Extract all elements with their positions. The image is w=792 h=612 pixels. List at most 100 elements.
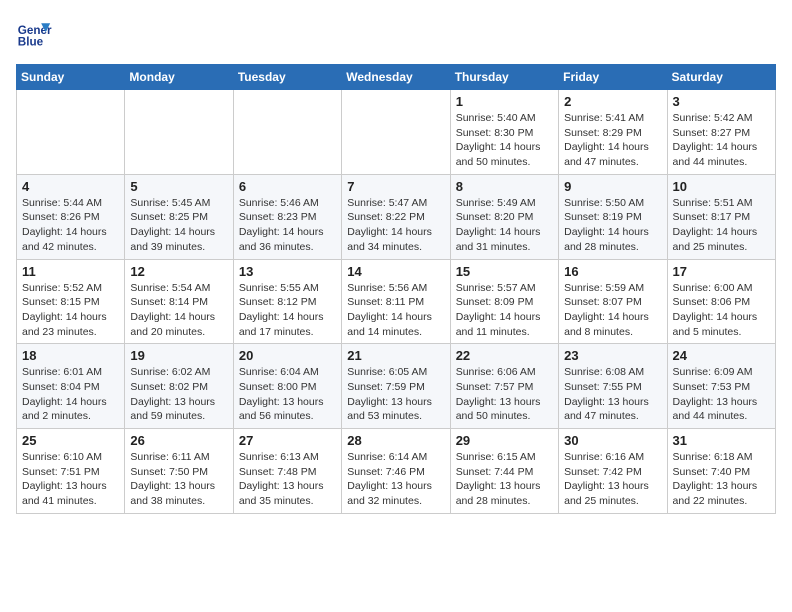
day-number: 11: [22, 264, 119, 279]
day-cell: 12 Sunrise: 5:54 AMSunset: 8:14 PMDayligh…: [125, 259, 233, 344]
week-row-4: 18 Sunrise: 6:01 AMSunset: 8:04 PMDayligh…: [17, 344, 776, 429]
day-cell: 16 Sunrise: 5:59 AMSunset: 8:07 PMDayligh…: [559, 259, 667, 344]
day-cell: 26Sunrise: 6:11 AMSunset: 7:50 PMDayligh…: [125, 429, 233, 514]
day-info: Sunrise: 5:40 AMSunset: 8:30 PMDaylight:…: [456, 111, 553, 170]
day-info: Sunrise: 6:09 AMSunset: 7:53 PMDaylight:…: [673, 365, 770, 424]
day-cell: 15 Sunrise: 5:57 AMSunset: 8:09 PMDayligh…: [450, 259, 558, 344]
day-info: Sunrise: 6:06 AMSunset: 7:57 PMDaylight:…: [456, 365, 553, 424]
day-info: Sunrise: 6:05 AMSunset: 7:59 PMDaylight:…: [347, 365, 444, 424]
day-info: Sunrise: 6:01 AMSunset: 8:04 PMDaylight:…: [22, 365, 119, 424]
day-number: 21: [347, 348, 444, 363]
day-cell: [342, 90, 450, 175]
day-cell: 25 Sunrise: 6:10 AMSunset: 7:51 PMDayligh…: [17, 429, 125, 514]
dow-thursday: Thursday: [450, 65, 558, 90]
day-info: Sunrise: 5:51 AMSunset: 8:17 PMDaylight:…: [673, 196, 770, 255]
day-number: 14: [347, 264, 444, 279]
day-info: Sunrise: 6:08 AMSunset: 7:55 PMDaylight:…: [564, 365, 661, 424]
logo: General Blue: [16, 16, 52, 52]
day-number: 27: [239, 433, 336, 448]
day-cell: 22 Sunrise: 6:06 AMSunset: 7:57 PMDayligh…: [450, 344, 558, 429]
day-number: 22: [456, 348, 553, 363]
day-cell: [233, 90, 341, 175]
day-info: Sunrise: 6:11 AMSunset: 7:50 PMDaylight:…: [130, 450, 227, 509]
day-number: 7: [347, 179, 444, 194]
day-info: Sunrise: 6:16 AMSunset: 7:42 PMDaylight:…: [564, 450, 661, 509]
day-cell: 19 Sunrise: 6:02 AMSunset: 8:02 PMDayligh…: [125, 344, 233, 429]
day-number: 4: [22, 179, 119, 194]
day-cell: 11 Sunrise: 5:52 AMSunset: 8:15 PMDayligh…: [17, 259, 125, 344]
day-number: 25: [22, 433, 119, 448]
day-info: Sunrise: 6:15 AMSunset: 7:44 PMDaylight:…: [456, 450, 553, 509]
day-cell: [125, 90, 233, 175]
calendar-table: SundayMondayTuesdayWednesdayThursdayFrid…: [16, 64, 776, 514]
day-number: 19: [130, 348, 227, 363]
day-number: 23: [564, 348, 661, 363]
day-info: Sunrise: 6:02 AMSunset: 8:02 PMDaylight:…: [130, 365, 227, 424]
day-cell: 28 Sunrise: 6:14 AMSunset: 7:46 PMDayligh…: [342, 429, 450, 514]
day-of-week-header: SundayMondayTuesdayWednesdayThursdayFrid…: [17, 65, 776, 90]
day-info: Sunrise: 6:18 AMSunset: 7:40 PMDaylight:…: [673, 450, 770, 509]
day-number: 24: [673, 348, 770, 363]
day-number: 13: [239, 264, 336, 279]
day-info: Sunrise: 5:59 AMSunset: 8:07 PMDaylight:…: [564, 281, 661, 340]
day-cell: 6Sunrise: 5:46 AMSunset: 8:23 PMDaylight…: [233, 174, 341, 259]
day-info: Sunrise: 5:46 AMSunset: 8:23 PMDaylight:…: [239, 196, 336, 255]
week-row-1: 1 Sunrise: 5:40 AMSunset: 8:30 PMDaylight…: [17, 90, 776, 175]
day-cell: 4 Sunrise: 5:44 AMSunset: 8:26 PMDaylight…: [17, 174, 125, 259]
day-number: 31: [673, 433, 770, 448]
day-cell: 29 Sunrise: 6:15 AMSunset: 7:44 PMDayligh…: [450, 429, 558, 514]
day-number: 5: [130, 179, 227, 194]
dow-sunday: Sunday: [17, 65, 125, 90]
day-info: Sunrise: 5:45 AMSunset: 8:25 PMDaylight:…: [130, 196, 227, 255]
day-info: Sunrise: 5:55 AMSunset: 8:12 PMDaylight:…: [239, 281, 336, 340]
day-info: Sunrise: 5:57 AMSunset: 8:09 PMDaylight:…: [456, 281, 553, 340]
day-cell: 17Sunrise: 6:00 AMSunset: 8:06 PMDayligh…: [667, 259, 775, 344]
day-info: Sunrise: 5:42 AMSunset: 8:27 PMDaylight:…: [673, 111, 770, 170]
day-cell: 2Sunrise: 5:41 AMSunset: 8:29 PMDaylight…: [559, 90, 667, 175]
day-cell: 24 Sunrise: 6:09 AMSunset: 7:53 PMDayligh…: [667, 344, 775, 429]
day-info: Sunrise: 5:52 AMSunset: 8:15 PMDaylight:…: [22, 281, 119, 340]
day-cell: 31 Sunrise: 6:18 AMSunset: 7:40 PMDayligh…: [667, 429, 775, 514]
day-number: 8: [456, 179, 553, 194]
day-cell: 9Sunrise: 5:50 AMSunset: 8:19 PMDaylight…: [559, 174, 667, 259]
day-cell: 27Sunrise: 6:13 AMSunset: 7:48 PMDayligh…: [233, 429, 341, 514]
day-number: 18: [22, 348, 119, 363]
day-info: Sunrise: 5:54 AMSunset: 8:14 PMDaylight:…: [130, 281, 227, 340]
day-number: 1: [456, 94, 553, 109]
dow-wednesday: Wednesday: [342, 65, 450, 90]
logo-icon: General Blue: [16, 16, 52, 52]
day-info: Sunrise: 6:10 AMSunset: 7:51 PMDaylight:…: [22, 450, 119, 509]
day-cell: 8Sunrise: 5:49 AMSunset: 8:20 PMDaylight…: [450, 174, 558, 259]
day-cell: 21 Sunrise: 6:05 AMSunset: 7:59 PMDayligh…: [342, 344, 450, 429]
dow-tuesday: Tuesday: [233, 65, 341, 90]
day-info: Sunrise: 6:14 AMSunset: 7:46 PMDaylight:…: [347, 450, 444, 509]
day-info: Sunrise: 5:56 AMSunset: 8:11 PMDaylight:…: [347, 281, 444, 340]
day-info: Sunrise: 6:04 AMSunset: 8:00 PMDaylight:…: [239, 365, 336, 424]
day-cell: [17, 90, 125, 175]
day-number: 10: [673, 179, 770, 194]
dow-friday: Friday: [559, 65, 667, 90]
day-info: Sunrise: 5:47 AMSunset: 8:22 PMDaylight:…: [347, 196, 444, 255]
day-number: 20: [239, 348, 336, 363]
day-info: Sunrise: 5:44 AMSunset: 8:26 PMDaylight:…: [22, 196, 119, 255]
week-row-2: 4 Sunrise: 5:44 AMSunset: 8:26 PMDaylight…: [17, 174, 776, 259]
day-number: 2: [564, 94, 661, 109]
day-cell: 20 Sunrise: 6:04 AMSunset: 8:00 PMDayligh…: [233, 344, 341, 429]
day-cell: 30 Sunrise: 6:16 AMSunset: 7:42 PMDayligh…: [559, 429, 667, 514]
day-number: 15: [456, 264, 553, 279]
day-cell: 10 Sunrise: 5:51 AMSunset: 8:17 PMDayligh…: [667, 174, 775, 259]
day-number: 29: [456, 433, 553, 448]
day-number: 16: [564, 264, 661, 279]
day-cell: 14 Sunrise: 5:56 AMSunset: 8:11 PMDayligh…: [342, 259, 450, 344]
day-number: 30: [564, 433, 661, 448]
day-cell: 1 Sunrise: 5:40 AMSunset: 8:30 PMDaylight…: [450, 90, 558, 175]
day-cell: 23 Sunrise: 6:08 AMSunset: 7:55 PMDayligh…: [559, 344, 667, 429]
day-number: 28: [347, 433, 444, 448]
day-number: 12: [130, 264, 227, 279]
day-cell: 18 Sunrise: 6:01 AMSunset: 8:04 PMDayligh…: [17, 344, 125, 429]
day-number: 9: [564, 179, 661, 194]
day-cell: 7 Sunrise: 5:47 AMSunset: 8:22 PMDaylight…: [342, 174, 450, 259]
day-number: 17: [673, 264, 770, 279]
week-row-5: 25 Sunrise: 6:10 AMSunset: 7:51 PMDayligh…: [17, 429, 776, 514]
day-cell: 5 Sunrise: 5:45 AMSunset: 8:25 PMDaylight…: [125, 174, 233, 259]
